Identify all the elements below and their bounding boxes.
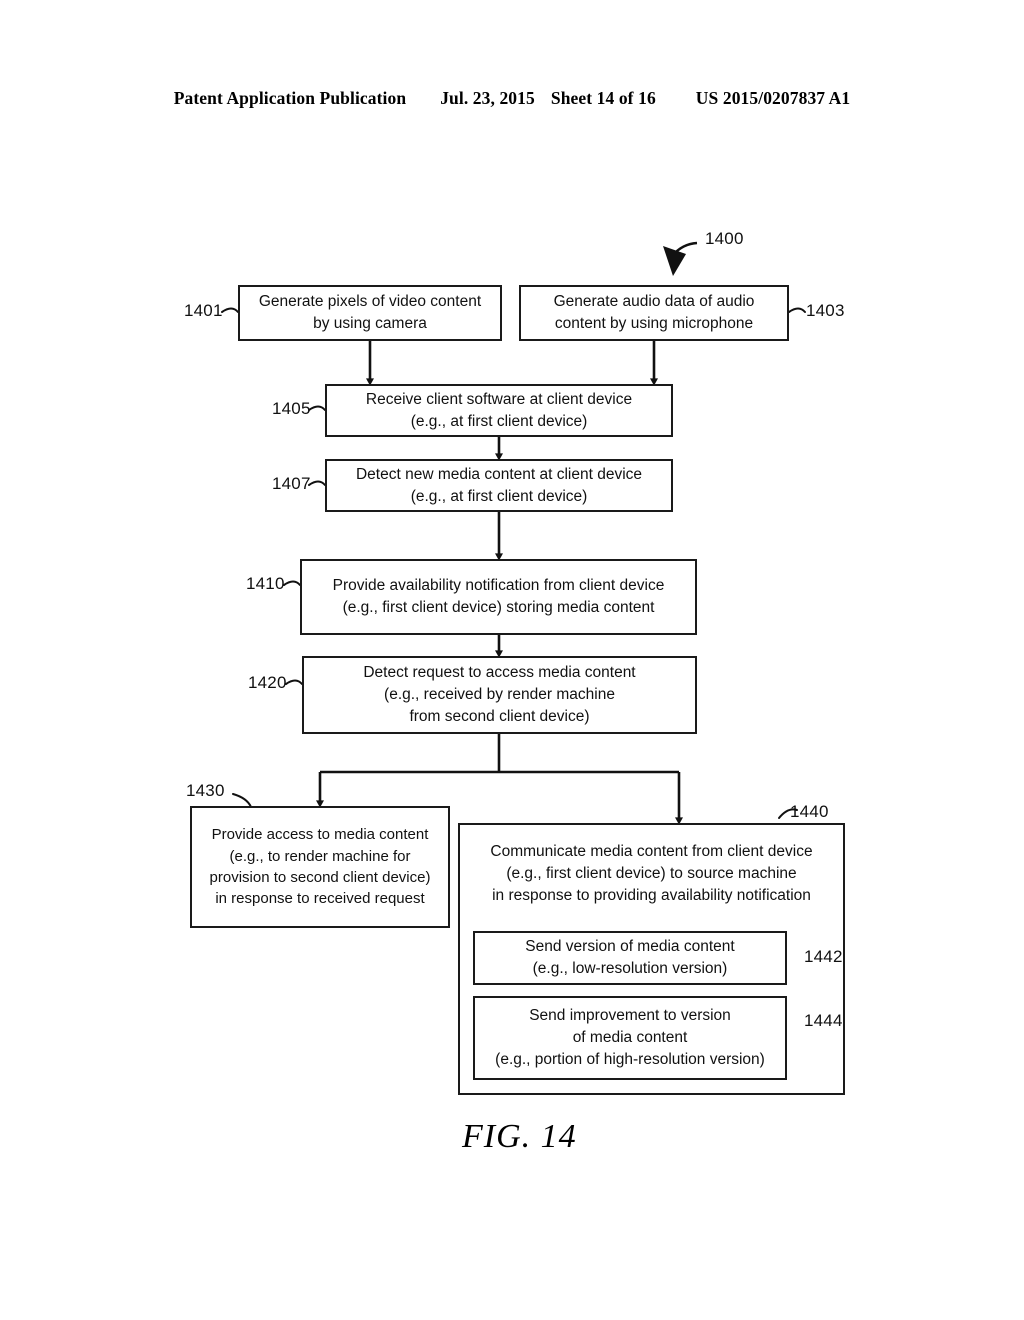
ref-label-1410: 1410 [246, 574, 285, 593]
leader-1407 [308, 480, 326, 486]
leader-1410 [283, 580, 301, 586]
step-box-1444-text: Send improvement to version of media con… [495, 1007, 765, 1068]
step-box-1401-text: Generate pixels of video content by usin… [258, 293, 482, 332]
step-box-1403[interactable]: Generate audio data of audio content by … [519, 285, 789, 341]
step-box-1407[interactable]: Detect new media content at client devic… [325, 459, 673, 512]
step-box-1410-text: Provide availability notification from c… [332, 577, 665, 616]
figure-caption: FIG. 14 [462, 1118, 577, 1155]
step-box-1407-text: Detect new media content at client devic… [355, 465, 643, 505]
step-box-1444[interactable]: Send improvement to version of media con… [473, 996, 787, 1080]
leader-1405 [308, 405, 326, 411]
ref-label-1420: 1420 [248, 673, 287, 692]
step-box-1405[interactable]: Receive client software at client device… [325, 384, 673, 437]
step-box-1442-text: Send version of media content (e.g., low… [525, 938, 735, 977]
step-box-1420-text: Detect request to access media content (… [363, 664, 636, 725]
figure-ref-arrow-1400 [663, 241, 698, 276]
ref-label-1405: 1405 [272, 399, 311, 418]
step-box-1410[interactable]: Provide availability notification from c… [300, 559, 697, 635]
step-box-1442[interactable]: Send version of media content (e.g., low… [473, 931, 787, 985]
step-box-1420[interactable]: Detect request to access media content (… [302, 656, 697, 734]
step-box-1405-text: Receive client software at client device… [365, 390, 633, 430]
ref-label-1403: 1403 [806, 301, 845, 320]
step-box-1430-text: Provide access to media content (e.g., t… [209, 826, 431, 908]
figure-ref-1400: 1400 [705, 229, 744, 248]
leader-1401 [221, 307, 239, 313]
ref-label-1407: 1407 [272, 474, 311, 493]
ref-label-1430: 1430 [186, 781, 225, 800]
ref-label-1444: 1444 [804, 1011, 843, 1030]
step-box-1401[interactable]: Generate pixels of video content by usin… [238, 285, 502, 341]
leader-1403 [788, 307, 806, 313]
flowchart-figure: 1400 Generate pixels of video content by… [0, 0, 1024, 1320]
ref-label-1442: 1442 [804, 947, 843, 966]
ref-label-1401: 1401 [184, 301, 223, 320]
step-box-1403-text: Generate audio data of audio content by … [553, 293, 755, 332]
step-box-1440-text: Communicate media content from client de… [490, 843, 813, 904]
step-box-1430[interactable]: Provide access to media content (e.g., t… [190, 806, 450, 928]
ref-label-1440: 1440 [790, 802, 829, 821]
leader-1420 [285, 679, 303, 685]
